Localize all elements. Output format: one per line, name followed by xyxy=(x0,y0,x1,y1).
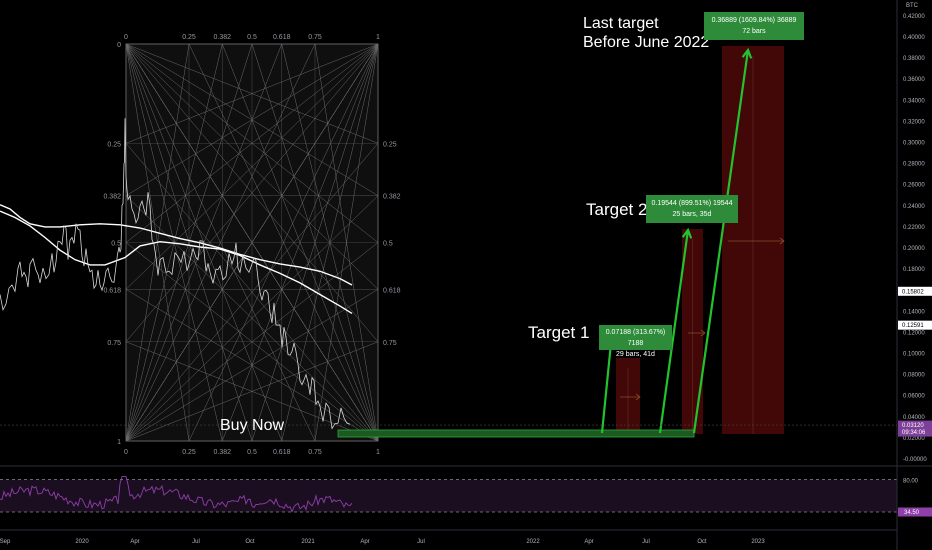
target-3-box[interactable]: 0.36889 (1609.84%) 36889 72 bars xyxy=(704,12,804,40)
price-badge-label: 0.03120 xyxy=(902,423,924,429)
y-tick-label: 0.12000 xyxy=(903,330,925,336)
chart-canvas[interactable]: 0 0.25 0.382 0.5 0.618 0.75 10 0.25 0.382 0.5 0.61… xyxy=(0,0,932,550)
x-tick-label: Apr xyxy=(360,539,369,545)
y-tick-label: 0.28000 xyxy=(903,162,925,168)
x-tick-label: Oct xyxy=(245,539,255,545)
fib-bottom-label: 0.5 xyxy=(247,449,257,456)
x-tick-label: 2020 xyxy=(75,539,89,545)
target-2-label: Target 2 xyxy=(586,200,648,219)
target-1-box[interactable]: 0.07188 (313.67%) 7188 29 bars, 41d xyxy=(599,325,672,358)
y-tick-label: 0.14000 xyxy=(903,309,925,315)
y-tick-label: 0.20000 xyxy=(903,246,925,252)
y-tick-label: 0.36000 xyxy=(903,77,925,83)
fib-top-label: 1 xyxy=(376,34,380,41)
y-tick-label: 0.08000 xyxy=(903,373,925,379)
target-1-box-line2: 29 bars, 41d xyxy=(616,351,655,358)
fib-left-label: 0.75 xyxy=(107,340,121,347)
x-tick-label: Jul xyxy=(417,539,425,545)
fib-top-label: 0.25 xyxy=(182,34,196,41)
fib-right-label: 0.5 xyxy=(383,241,393,248)
fib-top-label: 0 xyxy=(124,34,128,41)
x-tick-label: 2022 xyxy=(526,539,540,545)
x-tick-label: Apr xyxy=(584,539,593,545)
x-tick-label: Jul xyxy=(642,539,650,545)
y-tick-label: 0.06000 xyxy=(903,394,925,400)
target-1-label: Target 1 xyxy=(528,323,590,342)
fib-top-label: 0.618 xyxy=(273,34,291,41)
rsi-value-label: 34.50 xyxy=(904,510,920,516)
fib-bottom-label: 1 xyxy=(376,449,380,456)
fib-left-label: 0.25 xyxy=(107,141,121,148)
price-badge-label: 0.12591 xyxy=(902,323,924,329)
last-target-line2: Before June 2022 xyxy=(583,34,710,51)
fib-right-label: 0.25 xyxy=(383,141,397,148)
y-tick-label: 0.40000 xyxy=(903,35,925,41)
instrument-label: BTC xyxy=(906,3,919,9)
y-tick-label: 0.22000 xyxy=(903,225,925,231)
fib-top-label: 0.75 xyxy=(308,34,322,41)
last-target-line1: Last target xyxy=(583,15,659,32)
y-tick-label: -0.00000 xyxy=(903,457,927,463)
rsi-tick-label: 80.00 xyxy=(903,479,919,485)
rsi-band xyxy=(0,479,897,512)
fib-speed-resistance-fan[interactable]: 0 0.25 0.382 0.5 0.618 0.75 10 0.25 0.382 0.5 0.61… xyxy=(103,34,400,456)
fib-top-label: 0.382 xyxy=(213,34,231,41)
target-3-box-line1: 0.36889 (1609.84%) 36889 xyxy=(711,17,797,24)
y-tick-label: 0.26000 xyxy=(903,183,925,189)
target-2-box-line2: 25 bars, 35d xyxy=(672,211,712,218)
fib-left-label: 0.618 xyxy=(103,287,121,294)
target-2-box[interactable]: 0.19544 (899.51%) 19544 25 bars, 35d xyxy=(646,195,738,223)
target-2-box-line1: 0.19544 (899.51%) 19544 xyxy=(651,200,733,207)
fib-bottom-label: 0.75 xyxy=(308,449,322,456)
fib-bottom-label: 0.382 xyxy=(213,449,231,456)
x-tick-label: Apr xyxy=(130,539,139,545)
fib-bottom-label: 0.25 xyxy=(182,449,196,456)
target-1-box-line1: 0.07188 (313.67%) 7188 xyxy=(605,329,666,347)
fib-left-label: 0.5 xyxy=(111,241,121,248)
y-tick-label: 0.02000 xyxy=(903,436,925,442)
fib-right-label: 0.618 xyxy=(383,287,401,294)
y-tick-label: 0.24000 xyxy=(903,204,925,210)
fib-left-label: 0.382 xyxy=(103,194,121,201)
x-tick-label: 2023 xyxy=(751,539,765,545)
fib-top-label: 0.5 xyxy=(247,34,257,41)
y-tick-label: 0.30000 xyxy=(903,141,925,147)
accumulation-zone xyxy=(337,429,695,438)
y-tick-label: 0.32000 xyxy=(903,119,925,125)
y-tick-label: 0.42000 xyxy=(903,14,925,20)
fib-right-label: 0.75 xyxy=(383,340,397,347)
x-tick-label: Sep xyxy=(0,539,11,545)
y-tick-label: 0.04000 xyxy=(903,415,925,421)
y-tick-label: 0.10000 xyxy=(903,352,925,358)
buy-now-label: Buy Now xyxy=(220,417,285,434)
x-tick-label: Jul xyxy=(192,539,200,545)
y-tick-label: 0.38000 xyxy=(903,56,925,62)
y-tick-label: 0.18000 xyxy=(903,267,925,273)
fib-bottom-label: 0 xyxy=(124,449,128,456)
x-tick-label: Oct xyxy=(697,539,707,545)
fib-left-label: 1 xyxy=(117,439,121,446)
price-badge-label: 0.15802 xyxy=(902,289,924,295)
fib-bottom-label: 0.618 xyxy=(273,449,291,456)
fib-right-label: 0.382 xyxy=(383,194,401,201)
fib-left-label: 0 xyxy=(117,42,121,49)
y-tick-label: 0.34000 xyxy=(903,98,925,104)
target-3-box-line2: 72 bars xyxy=(742,28,766,35)
x-tick-label: 2021 xyxy=(301,539,315,545)
countdown-label: 09:34:06 xyxy=(902,430,926,436)
last-target-label: Last target Before June 2022 xyxy=(583,14,709,52)
